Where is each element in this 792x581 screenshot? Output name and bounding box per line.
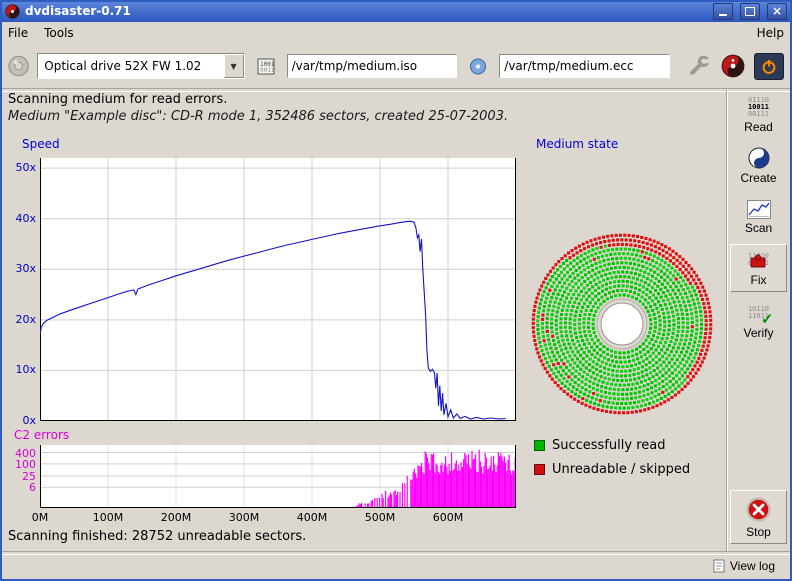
fix-puzzle-icon: 1101001101 bbox=[746, 249, 772, 271]
preferences-button[interactable] bbox=[686, 53, 712, 79]
minimize-button[interactable] bbox=[713, 3, 733, 20]
tick-label: 400M bbox=[292, 511, 332, 524]
image-file-button[interactable]: 10011 00110 bbox=[253, 53, 279, 79]
legend-item-success: Successfully read bbox=[534, 438, 665, 453]
legend-success-label: Successfully read bbox=[552, 438, 665, 453]
maximize-button[interactable] bbox=[740, 3, 760, 20]
yin-yang-icon bbox=[748, 147, 770, 169]
legend-item-unreadable: Unreadable / skipped bbox=[534, 462, 690, 477]
status-line-medium-info: Medium "Example disc": CD-R mode 1, 3524… bbox=[8, 109, 508, 124]
stop-button-label: Stop bbox=[746, 525, 771, 539]
disc-file-icon bbox=[469, 58, 487, 75]
tick-label: 50x bbox=[6, 161, 36, 174]
menu-file[interactable]: File bbox=[8, 26, 28, 40]
tick-label: 6 bbox=[6, 481, 36, 494]
view-log-label: View log bbox=[730, 559, 775, 573]
verify-button[interactable]: 1011011011 ✓ Verify bbox=[730, 296, 787, 346]
tick-label: 0x bbox=[6, 414, 36, 427]
scan-result-status: Scanning finished: 28752 unreadable sect… bbox=[8, 529, 306, 544]
svg-text:00110: 00110 bbox=[260, 67, 275, 74]
c2-errors-title: C2 errors bbox=[14, 428, 69, 442]
application-window: dvdisaster-0.71 × File Tools Help Optica… bbox=[0, 0, 792, 581]
verify-check-icon: 1011011011 ✓ bbox=[746, 302, 772, 324]
c2-errors-chart bbox=[40, 445, 516, 508]
quit-button[interactable] bbox=[754, 53, 784, 80]
chevron-down-icon: ▼ bbox=[224, 54, 244, 78]
minimize-icon bbox=[719, 14, 727, 16]
verify-button-label: Verify bbox=[743, 326, 773, 340]
stop-icon bbox=[745, 496, 772, 523]
close-button[interactable]: × bbox=[767, 3, 787, 20]
menu-help[interactable]: Help bbox=[757, 26, 784, 40]
drive-icon bbox=[8, 55, 29, 77]
toolbar: Optical drive 52X FW 1.02 ▼ 10011 00110 bbox=[0, 44, 792, 88]
image-file-input[interactable] bbox=[287, 54, 458, 78]
scan-button[interactable]: Scan bbox=[730, 194, 787, 240]
tick-label: 300M bbox=[224, 511, 264, 524]
drive-selector[interactable]: Optical drive 52X FW 1.02 ▼ bbox=[37, 53, 244, 79]
tick-label: 10x bbox=[6, 363, 36, 376]
scan-button-label: Scan bbox=[745, 221, 772, 235]
tick-label: 600M bbox=[428, 511, 468, 524]
app-logo-icon bbox=[5, 4, 20, 19]
binary-chip-icon: 10011 00110 bbox=[257, 58, 275, 75]
sidebar-separator bbox=[726, 90, 728, 551]
menu-tools[interactable]: Tools bbox=[44, 26, 74, 40]
tick-label: 30x bbox=[6, 262, 36, 275]
about-button[interactable] bbox=[720, 53, 746, 79]
title-bar[interactable]: dvdisaster-0.71 × bbox=[0, 0, 792, 22]
power-icon bbox=[761, 58, 777, 75]
wrench-icon bbox=[688, 55, 710, 77]
medium-state-disc bbox=[524, 226, 720, 422]
tick-label: 0M bbox=[20, 511, 60, 524]
legend-unreadable-label: Unreadable / skipped bbox=[552, 462, 690, 477]
read-button[interactable]: 01110 10011 00111 Read bbox=[730, 92, 787, 138]
tick-label: 20x bbox=[6, 313, 36, 326]
create-button-label: Create bbox=[740, 171, 776, 185]
view-log-button[interactable]: View log bbox=[706, 556, 782, 575]
window-title: dvdisaster-0.71 bbox=[25, 4, 706, 18]
close-icon: × bbox=[772, 5, 782, 17]
tick-label: 40x bbox=[6, 212, 36, 225]
menu-bar: File Tools Help bbox=[0, 22, 792, 44]
fix-button[interactable]: 1101001101 Fix bbox=[730, 244, 787, 292]
speed-chart-title: Speed bbox=[22, 137, 60, 151]
status-line-primary: Scanning medium for read errors. bbox=[8, 92, 227, 107]
drive-selector-value: Optical drive 52X FW 1.02 bbox=[38, 59, 223, 73]
tick-label: 500M bbox=[360, 511, 400, 524]
create-button[interactable]: Create bbox=[730, 142, 787, 190]
maximize-icon bbox=[745, 7, 755, 16]
log-page-icon bbox=[713, 559, 725, 573]
unreadable-swatch bbox=[534, 464, 545, 475]
footer-separator bbox=[0, 551, 792, 555]
medium-state-title: Medium state bbox=[536, 137, 618, 151]
read-button-label: Read bbox=[744, 120, 773, 134]
tick-label: 200M bbox=[156, 511, 196, 524]
dvdisaster-logo-icon bbox=[721, 54, 745, 78]
tick-label: 100M bbox=[88, 511, 128, 524]
ecc-file-input[interactable] bbox=[499, 54, 670, 78]
scan-graph-icon bbox=[747, 200, 771, 219]
speed-chart bbox=[40, 158, 516, 421]
stop-button[interactable]: Stop bbox=[730, 490, 787, 544]
binary-read-icon: 01110 10011 00111 bbox=[748, 97, 769, 118]
fix-button-label: Fix bbox=[751, 273, 767, 287]
success-swatch bbox=[534, 440, 545, 451]
ecc-file-button[interactable] bbox=[465, 53, 491, 79]
